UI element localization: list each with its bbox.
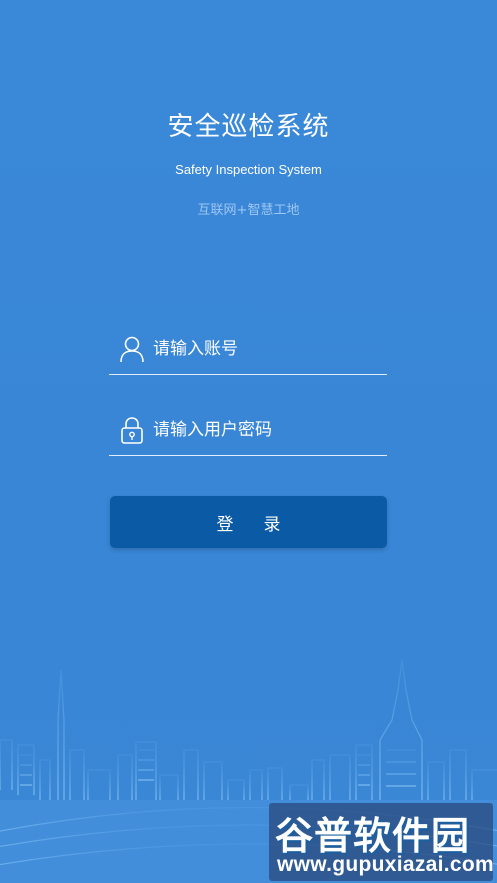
- password-input[interactable]: [153, 417, 383, 443]
- password-field[interactable]: [109, 411, 387, 456]
- watermark-brand: 谷普软件园: [275, 814, 471, 858]
- watermark-url: www.gupuxiazai.com: [277, 853, 494, 876]
- app-tagline: 互联网+智慧工地: [197, 203, 300, 218]
- account-input[interactable]: [153, 336, 383, 362]
- login-screen: 安全巡检系统 Safety Inspection System 互联网+智慧工地…: [0, 0, 497, 883]
- login-button[interactable]: 登录: [110, 496, 387, 548]
- watermark-badge: 谷普软件园 www.gupuxiazai.com: [269, 803, 494, 881]
- app-title: 安全巡检系统: [167, 112, 330, 142]
- account-field[interactable]: [109, 330, 387, 375]
- app-subtitle: Safety Inspection System: [175, 162, 322, 177]
- lock-icon: [121, 417, 143, 444]
- user-icon: [120, 336, 144, 363]
